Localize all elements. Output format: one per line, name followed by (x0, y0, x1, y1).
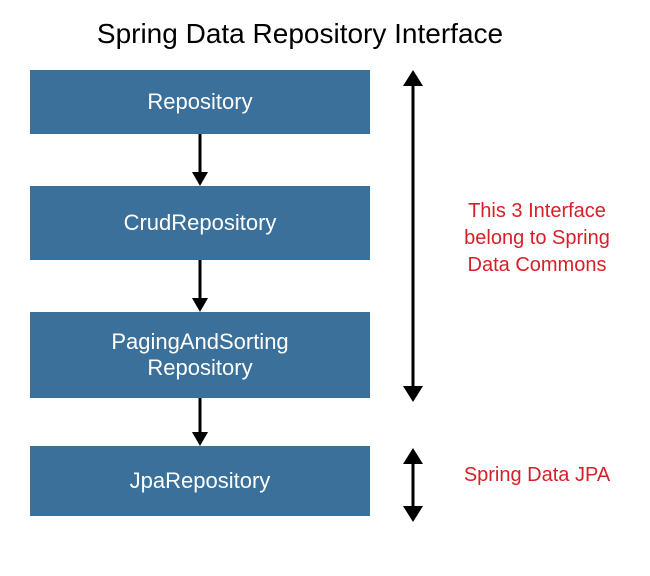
box-repository: Repository (30, 70, 370, 134)
bracket-spring-data-jpa (395, 448, 435, 522)
annotation-jpa: Spring Data JPA (452, 462, 622, 489)
page-title: Spring Data Repository Interface (60, 0, 540, 58)
bracket-spring-data-commons (395, 70, 435, 402)
box-label-line1: PagingAndSorting (111, 329, 288, 355)
box-label: JpaRepository (130, 468, 271, 494)
box-label: Repository (147, 89, 252, 115)
arrow-down-2 (30, 260, 370, 312)
box-paging-sorting-repository: PagingAndSorting Repository (30, 312, 370, 398)
arrow-down-3 (30, 398, 370, 446)
arrow-down-1 (30, 134, 370, 186)
double-arrow-icon (395, 70, 435, 402)
boxes-column: Repository CrudRepository PagingAndSorti… (30, 70, 370, 516)
arrow-down-icon (188, 134, 212, 186)
annotation-commons: This 3 Interface belong to Spring Data C… (442, 198, 632, 279)
box-label: CrudRepository (124, 210, 277, 236)
diagram: Repository CrudRepository PagingAndSorti… (0, 58, 650, 568)
arrow-down-icon (188, 398, 212, 446)
box-label-line2: Repository (147, 355, 252, 381)
arrow-down-icon (188, 260, 212, 312)
double-arrow-icon (395, 448, 435, 522)
box-jpa-repository: JpaRepository (30, 446, 370, 516)
box-crud-repository: CrudRepository (30, 186, 370, 260)
